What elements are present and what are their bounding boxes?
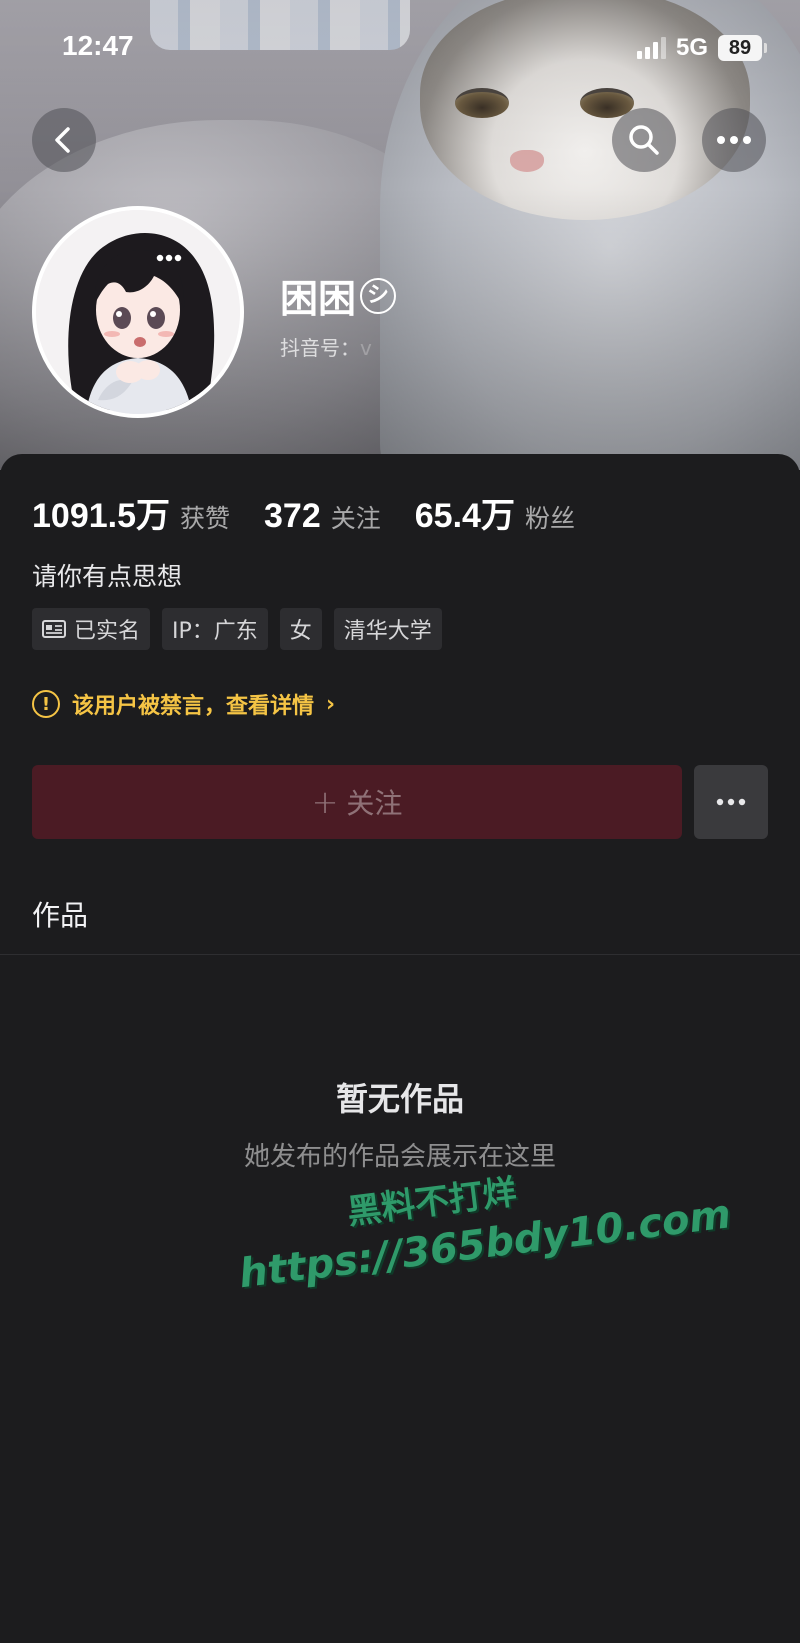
- banned-notice-link[interactable]: ! 该用户被禁言，查看详情 ›: [32, 688, 335, 720]
- stat-label: 关注: [330, 504, 381, 533]
- more-button[interactable]: [702, 108, 766, 172]
- more-horizontal-icon: [717, 136, 751, 144]
- stat-likes[interactable]: 1091.5万 获赞: [32, 488, 230, 537]
- douyin-id-value: v: [360, 336, 372, 360]
- network-label: 5G: [675, 34, 708, 61]
- plus-icon: +: [311, 783, 339, 821]
- avatar[interactable]: [32, 206, 244, 418]
- stat-label: 获赞: [180, 504, 231, 533]
- profile-page: 12:47 5G 89 困困 シ 抖音号：v 1091.5万 获赞 372 关注…: [0, 0, 800, 1643]
- tab-works[interactable]: 作品: [32, 894, 88, 934]
- chevron-right-icon: ›: [326, 691, 336, 717]
- stat-label: 粉丝: [524, 504, 575, 533]
- tag-label: 已实名: [74, 619, 141, 644]
- id-card-icon: [42, 620, 66, 638]
- douyin-id: 抖音号：v: [280, 332, 372, 361]
- back-button[interactable]: [32, 108, 96, 172]
- profile-stats: 1091.5万 获赞 372 关注 65.4万 粉丝: [32, 488, 575, 537]
- search-icon: [629, 125, 659, 155]
- profile-more-button[interactable]: [694, 765, 768, 839]
- nickname: 困困 シ: [280, 268, 397, 323]
- anime-girl-avatar-icon: [36, 210, 240, 414]
- battery-icon: 89: [718, 35, 767, 61]
- stat-value: 65.4万: [414, 497, 515, 535]
- stat-following[interactable]: 372 关注: [264, 497, 381, 536]
- profile-panel: 1091.5万 获赞 372 关注 65.4万 粉丝 请你有点思想 已实名 IP…: [0, 454, 800, 1643]
- signal-icon: [636, 37, 666, 59]
- stat-followers[interactable]: 65.4万 粉丝: [415, 488, 575, 537]
- status-time: 12:47: [62, 30, 134, 61]
- tab-divider: [0, 954, 800, 955]
- douyin-id-label: 抖音号：: [280, 336, 360, 360]
- follow-button[interactable]: + 关注: [32, 765, 682, 839]
- more-horizontal-icon: [716, 798, 746, 806]
- empty-state-title: 暂无作品: [335, 1080, 464, 1118]
- tag-gender: 女: [279, 608, 322, 650]
- nickname-text: 困困: [280, 277, 357, 321]
- tag-label: 清华大学: [343, 619, 432, 644]
- status-indicators: 5G 89: [636, 34, 767, 62]
- banned-notice-text: 该用户被禁言，查看详情: [72, 694, 315, 719]
- tag-school[interactable]: 清华大学: [333, 608, 442, 650]
- tag-label: 女: [289, 619, 312, 644]
- profile-tags: 已实名 IP：广东 女 清华大学: [32, 608, 442, 650]
- tag-verified[interactable]: 已实名: [32, 608, 151, 650]
- chevron-left-icon: [55, 127, 70, 153]
- search-button[interactable]: [612, 108, 676, 172]
- nickname-badge: シ: [360, 277, 397, 314]
- stat-value: 372: [264, 497, 321, 535]
- tag-label: IP：广东: [172, 619, 258, 644]
- tag-ip: IP：广东: [162, 608, 268, 650]
- follow-button-label: 关注: [346, 787, 403, 820]
- bio-text: 请你有点思想: [32, 562, 183, 591]
- warning-icon: !: [32, 690, 60, 718]
- stat-value: 1091.5万: [32, 497, 170, 535]
